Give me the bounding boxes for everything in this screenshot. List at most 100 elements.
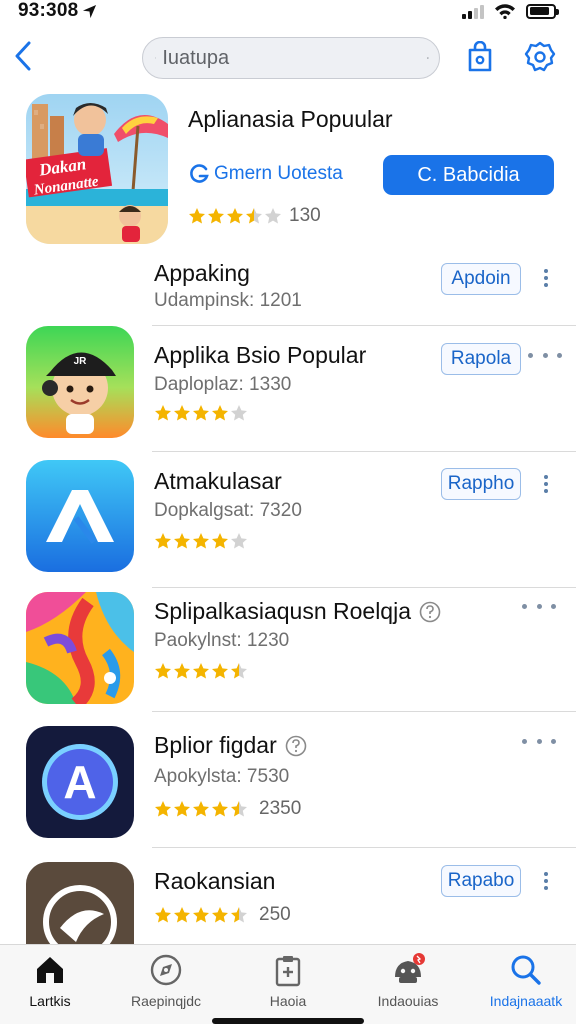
cellular-signal-icon [462, 4, 484, 19]
developer-logo-icon [190, 164, 209, 183]
app-meta: Paokylnst: 1230 [154, 630, 290, 651]
star-full-icon [212, 663, 228, 679]
star-half-icon [231, 801, 247, 817]
app-rating-stars [154, 404, 249, 422]
app-icon [26, 592, 134, 704]
star-full-icon [155, 907, 171, 923]
featured-app-developer[interactable]: Gmern Uotesta [188, 163, 343, 185]
search-field[interactable] [142, 37, 440, 79]
tab-label: Indaouias [377, 993, 439, 1009]
bag-icon [468, 41, 492, 72]
star-empty-icon [231, 533, 247, 549]
app-rating: 2350 [154, 798, 301, 820]
status-bar: 93:308 [0, 0, 576, 22]
get-button[interactable]: Rappho [441, 468, 521, 500]
more-options-icon[interactable] [522, 599, 556, 613]
letter-a-icon [26, 460, 134, 572]
tab-home[interactable]: Lartkis [2, 953, 98, 1015]
more-options-icon[interactable] [522, 734, 556, 748]
star-full-icon [155, 801, 171, 817]
more-options-icon[interactable] [538, 265, 554, 291]
app-icon-text: JR [74, 356, 88, 367]
app-meta: Dopkalgsat: 7320 [154, 500, 302, 521]
app-name: Splipalkasiaqusn Roelqja [154, 598, 441, 625]
back-button[interactable] [8, 36, 38, 76]
battery-icon [526, 3, 559, 19]
list-item[interactable]: Raokansian 250 Rapabo [0, 848, 576, 944]
home-indicator [212, 1018, 364, 1024]
info-icon[interactable] [419, 601, 441, 623]
tab-bar: Lartkis Raepinqjdc Haoia Indaouias Indaj… [0, 944, 576, 1024]
get-button[interactable]: Rapabo [441, 865, 521, 897]
star-full-icon [155, 405, 171, 421]
star-full-icon [212, 533, 228, 549]
star-full-icon [155, 663, 171, 679]
star-half-icon [231, 907, 247, 923]
info-icon[interactable] [285, 735, 307, 757]
app-name: Applika Bsio Popular [154, 342, 367, 368]
star-half-icon [246, 208, 262, 224]
search-input[interactable] [162, 46, 428, 70]
get-button[interactable]: Rapola [441, 343, 521, 375]
beach-illustration: Dakan Nonanatte [26, 94, 168, 244]
list-item[interactable]: Atmakulasar Dopkalgsat: 7320 Rappho [0, 452, 576, 588]
app-rating-count: 250 [259, 904, 291, 925]
paint-swirl-icon [26, 592, 134, 704]
star-full-icon [212, 801, 228, 817]
share-button[interactable] [462, 38, 498, 76]
star-half-icon [231, 663, 247, 679]
app-name-label: Splipalkasiaqusn Roelqja [154, 598, 411, 624]
star-full-icon [227, 208, 243, 224]
search-icon [155, 57, 157, 59]
more-options-icon[interactable] [538, 868, 554, 894]
more-options-icon[interactable] [538, 471, 554, 497]
app-rating-stars [154, 662, 249, 680]
featured-app[interactable]: Dakan Nonanatte Aplianasia Popuular Gmer… [0, 92, 576, 252]
star-full-icon [212, 907, 228, 923]
app-icon [26, 862, 134, 944]
app-icon-letter: A [63, 756, 96, 808]
app-rating-count: 2350 [259, 798, 302, 819]
featured-rating-count: 130 [289, 205, 321, 226]
list-item[interactable]: Appaking Udampinsk: 1201 Apdoin [0, 252, 576, 326]
app-rating [154, 662, 249, 680]
app-rating-stars [154, 906, 249, 924]
app-icon: JR [26, 326, 134, 438]
star-full-icon [208, 208, 224, 224]
home-icon [37, 957, 63, 983]
settings-button[interactable] [522, 38, 558, 76]
app-name: Atmakulasar [154, 468, 282, 494]
app-rating [154, 404, 249, 422]
featured-app-artwork: Dakan Nonanatte [26, 94, 168, 244]
list-item[interactable]: A Bplior figdar Apokylsta: 7530 2350 [0, 712, 576, 848]
scan-target-icon[interactable] [427, 45, 429, 71]
tab-label: Haoia [269, 993, 307, 1009]
app-name: Raokansian [154, 868, 276, 894]
more-options-icon[interactable] [528, 348, 562, 362]
app-icon [26, 460, 134, 572]
featured-get-button[interactable]: C. Babcidia [383, 155, 554, 195]
tab-updates[interactable]: Haoia [240, 953, 336, 1015]
star-full-icon [174, 405, 190, 421]
gear-icon [524, 41, 556, 72]
wifi-icon [495, 4, 515, 19]
list-item[interactable]: JR Applika Bsio Popular Daploplaz: 1330 … [0, 326, 576, 452]
list-item[interactable]: Splipalkasiaqusn Roelqja Paokylnst: 1230 [0, 588, 576, 712]
tab-label: Lartkis [29, 993, 71, 1009]
tab-explore[interactable]: Raepinqjdc [118, 953, 214, 1015]
app-meta: Udampinsk: 1201 [154, 290, 302, 311]
location-arrow-icon [83, 4, 97, 18]
app-rating [154, 532, 249, 550]
app-rating: 250 [154, 904, 291, 926]
star-full-icon [193, 663, 209, 679]
app-rating-stars [154, 532, 249, 550]
app-meta: Daploplaz: 1330 [154, 374, 292, 395]
get-button[interactable]: Apdoin [441, 263, 521, 295]
tab-notifications[interactable]: Indaouias [360, 953, 456, 1015]
tab-label: Raepinqjdc [130, 993, 202, 1009]
badge-icon [395, 953, 425, 983]
star-full-icon [193, 801, 209, 817]
tab-search[interactable]: Indajnaaatk [478, 953, 574, 1015]
star-full-icon [155, 533, 171, 549]
status-icons [462, 3, 559, 19]
